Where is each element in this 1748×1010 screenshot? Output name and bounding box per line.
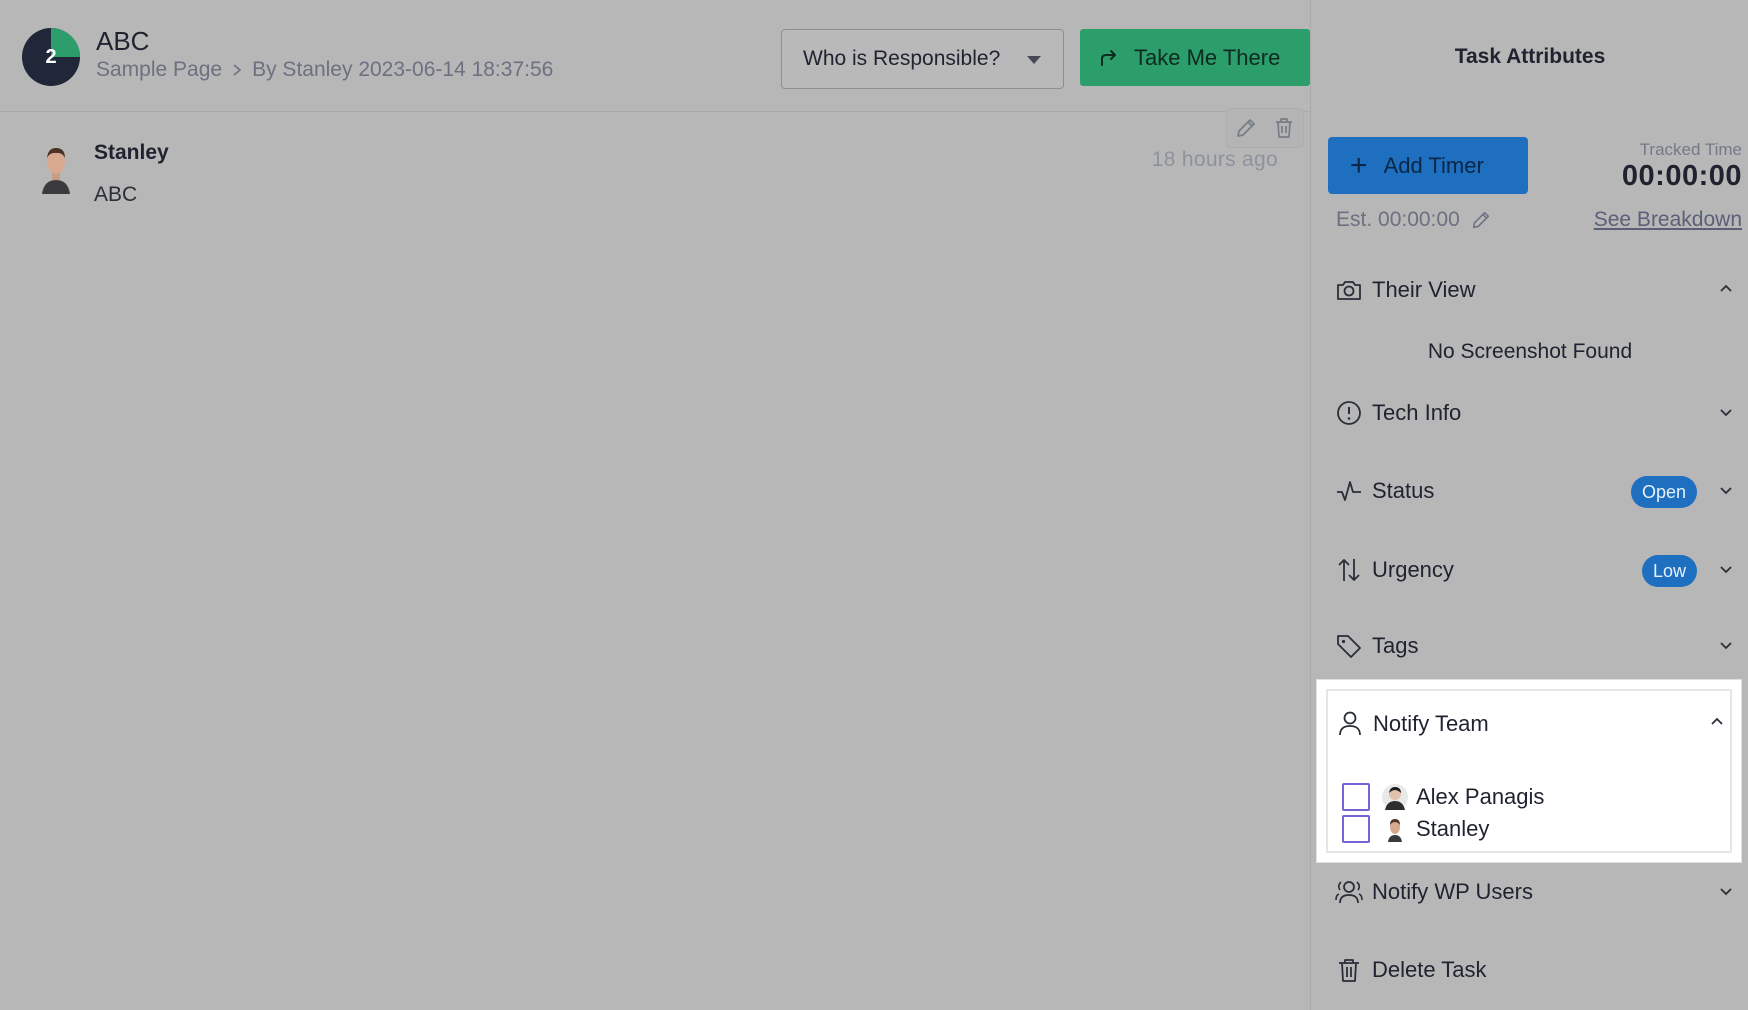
team-member-checkbox[interactable] <box>1342 815 1370 843</box>
team-member-row: Alex Panagis <box>1342 782 1544 812</box>
notify-team-label[interactable]: Notify Team <box>1373 711 1489 737</box>
responsible-dropdown[interactable]: Who is Responsible? <box>781 29 1064 89</box>
caret-down-icon <box>1027 56 1041 64</box>
section-label: Notify WP Users <box>1372 879 1533 904</box>
see-breakdown-link[interactable]: See Breakdown <box>1594 208 1742 232</box>
comment-text: ABC <box>94 183 138 206</box>
add-timer-label: Add Timer <box>1383 152 1484 178</box>
sort-arrows-icon <box>1338 559 1360 581</box>
tag-icon <box>1337 635 1361 658</box>
urgency-badge: Low <box>1641 555 1697 587</box>
section-label: Tech Info <box>1372 400 1462 425</box>
chevron-up-icon[interactable] <box>1708 713 1726 731</box>
no-screenshot-text: No Screenshot Found <box>1427 340 1633 363</box>
alert-circle-icon <box>1337 401 1361 425</box>
section-label: Tags <box>1372 633 1419 658</box>
team-member-name: Stanley <box>1416 816 1490 841</box>
notify-team-panel: Notify Team Alex Panagis Stanley <box>1316 679 1742 863</box>
breadcrumb-author: By Stanley 2023-06-14 18:37:56 <box>252 58 554 81</box>
responsible-label: Who is Responsible? <box>803 47 1001 70</box>
user-icon <box>1339 711 1361 736</box>
sidebar-title: Task Attributes <box>1454 45 1606 68</box>
chevron-down-icon <box>1720 642 1732 650</box>
section-tags[interactable]: Tags <box>1311 620 1748 670</box>
plus-icon: + <box>1350 148 1368 182</box>
section-status[interactable]: Status Open <box>1311 465 1748 515</box>
users-icon <box>1335 881 1363 904</box>
activity-icon <box>1337 481 1361 501</box>
notify-team-section: Notify Team Alex Panagis Stanley <box>1326 689 1732 853</box>
take-me-there-button[interactable]: Take Me There <box>1080 29 1310 86</box>
team-member-checkbox[interactable] <box>1342 783 1370 811</box>
share-arrow-icon <box>1101 49 1116 66</box>
section-label: Delete Task <box>1372 957 1487 982</box>
chevron-down-icon <box>1720 888 1732 896</box>
team-member-name: Alex Panagis <box>1416 784 1545 809</box>
task-number-badge: 2 <box>22 28 80 86</box>
task-number: 2 <box>45 46 57 68</box>
status-badge: Open <box>1630 476 1697 508</box>
chevron-right-icon <box>233 64 242 76</box>
breadcrumb: Sample Page By Stanley 2023-06-14 18:37:… <box>96 58 553 82</box>
delete-task-button[interactable]: Delete Task <box>1311 944 1748 994</box>
section-their-view[interactable]: Their View <box>1311 264 1748 314</box>
chevron-down-icon <box>1720 409 1732 417</box>
chevron-down-icon <box>1720 487 1732 495</box>
comment-time: 18 hours ago <box>1151 148 1278 171</box>
section-notify-wp-users[interactable]: Notify WP Users <box>1311 866 1748 916</box>
add-timer-button[interactable]: + Add Timer <box>1328 137 1528 194</box>
section-label: Status <box>1372 478 1435 503</box>
pencil-icon[interactable] <box>1470 209 1492 231</box>
comment-item: Stanley ABC 18 hours ago <box>36 136 1286 216</box>
breadcrumb-page[interactable]: Sample Page <box>96 58 222 82</box>
avatar <box>36 140 76 194</box>
camera-icon <box>1337 281 1361 300</box>
section-label: Urgency <box>1372 557 1454 582</box>
chevron-down-icon <box>1720 566 1732 574</box>
section-tech-info[interactable]: Tech Info <box>1311 387 1748 437</box>
comment-author: Stanley <box>94 141 169 164</box>
section-label: Their View <box>1372 277 1476 302</box>
tracked-time-label: Tracked Time <box>1639 140 1742 159</box>
chevron-up-icon <box>1720 284 1732 292</box>
trash-icon <box>1339 959 1359 982</box>
task-header: 2 ABC Sample Page By Stanley 2023-06-14 … <box>0 0 1310 112</box>
team-member-row: Stanley <box>1342 814 1489 844</box>
estimate-value: Est. 00:00:00 <box>1336 208 1460 231</box>
estimate: Est. 00:00:00 <box>1336 208 1492 232</box>
section-urgency[interactable]: Urgency Low <box>1311 544 1748 594</box>
avatar <box>1382 784 1408 810</box>
tracked-time-value: 00:00:00 <box>1621 160 1742 192</box>
main-pane: 2 ABC Sample Page By Stanley 2023-06-14 … <box>0 0 1310 1010</box>
avatar <box>1382 816 1408 842</box>
take-me-there-label: Take Me There <box>1134 44 1281 70</box>
task-title: ABC <box>96 26 150 56</box>
